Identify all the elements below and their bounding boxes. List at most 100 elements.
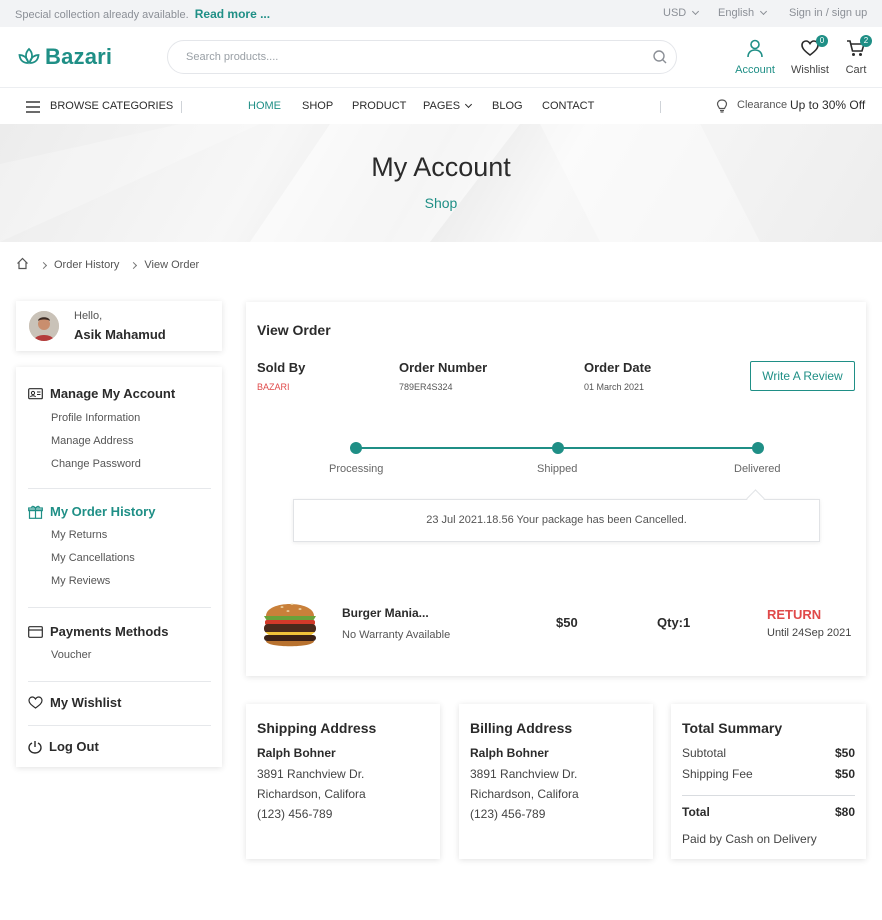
language-select[interactable]: English — [718, 7, 768, 19]
order-details-card: View Order Sold By BAZARI Order Number 7… — [246, 302, 866, 676]
page-title: My Account — [371, 152, 511, 182]
greeting: Hello, — [74, 310, 103, 322]
browse-categories-button[interactable]: BROWSE CATEGORIES — [50, 100, 173, 112]
search-bar[interactable]: Search products.... — [167, 40, 677, 74]
order-heading: View Order — [257, 322, 331, 338]
payment-method-note: Paid by Cash on Delivery — [682, 832, 817, 846]
voucher-link[interactable]: Voucher — [51, 649, 91, 661]
step-delivered: Delivered — [734, 463, 781, 475]
subtotal-value: $50 — [834, 746, 855, 760]
sign-in-link[interactable]: Sign in / sign up — [789, 7, 867, 19]
logo-text: Bazari — [45, 44, 113, 69]
billing-heading: Billing Address — [470, 720, 573, 736]
credit-card-icon — [28, 625, 43, 638]
my-wishlist-link[interactable]: My Wishlist — [28, 695, 121, 710]
wishlist-label: Wishlist — [791, 64, 829, 76]
menu-icon[interactable] — [26, 100, 40, 118]
logo[interactable]: Bazari — [18, 44, 112, 70]
chevron-right-icon — [39, 261, 48, 269]
summary-heading: Total Summary — [682, 720, 783, 736]
top-bar: Special collection already available. Re… — [0, 0, 882, 27]
manage-address-link[interactable]: Manage Address — [51, 435, 134, 447]
order-number-label: Order Number — [399, 360, 488, 375]
my-cancellations-link[interactable]: My Cancellations — [51, 552, 135, 564]
user-name: Asik Mahamud — [74, 327, 166, 342]
total-label: Total — [682, 805, 710, 819]
my-wishlist-label: My Wishlist — [50, 695, 122, 710]
profile-card: Hello, Asik Mahamud — [16, 301, 222, 351]
nav-pages[interactable]: PAGES — [423, 100, 473, 112]
nav-home[interactable]: HOME — [248, 100, 281, 112]
search-icon[interactable] — [652, 49, 668, 70]
chevron-down-icon — [692, 7, 700, 16]
chevron-down-icon — [465, 100, 473, 109]
total-summary-card: Total Summary Subtotal $50 Shipping Fee … — [671, 704, 866, 859]
page-subtitle[interactable]: Shop — [0, 195, 882, 211]
shipping-name: Ralph Bohner — [257, 746, 336, 760]
nav-divider — [181, 101, 182, 113]
nav-contact[interactable]: CONTACT — [542, 100, 594, 112]
cart-button[interactable]: Cart 2 — [843, 35, 872, 76]
order-date-label: Order Date — [584, 360, 652, 375]
breadcrumb-view-order: View Order — [144, 259, 200, 271]
product-name[interactable]: Burger Mania... — [342, 606, 429, 620]
breadcrumb-order-history[interactable]: Order History — [54, 259, 119, 271]
payment-methods-link[interactable]: Payments Methods — [28, 624, 168, 639]
manage-account-link[interactable]: Manage My Account — [28, 386, 175, 401]
currency-select[interactable]: USD — [663, 7, 700, 19]
shipping-fee-value: $50 — [834, 767, 855, 781]
chevron-down-icon — [760, 7, 768, 16]
product-price: $50 — [556, 615, 578, 630]
order-status-message: 23 Jul 2021.18.56 Your package has been … — [293, 499, 820, 542]
leaf-logo-icon — [18, 47, 40, 65]
nav-divider — [660, 101, 661, 113]
step-dot-delivered — [752, 442, 764, 454]
step-dot-shipped — [552, 442, 564, 454]
order-date-value: 01 March 2021 — [584, 382, 645, 392]
order-history-link[interactable]: My Order History — [28, 504, 155, 519]
total-value: $80 — [834, 805, 855, 819]
subtotal-label: Subtotal — [682, 746, 727, 760]
payment-methods-label: Payments Methods — [50, 624, 169, 639]
log-out-button[interactable]: Log Out — [28, 739, 99, 754]
product-quantity: Qty:1 — [657, 615, 691, 630]
order-history-label: My Order History — [50, 504, 156, 519]
avatar — [29, 311, 59, 341]
shipping-fee-label: Shipping Fee — [682, 767, 753, 781]
shipping-address-card: Shipping Address Ralph Bohner 3891 Ranch… — [246, 704, 440, 859]
account-label: Account — [735, 64, 775, 76]
step-shipped: Shipped — [537, 463, 578, 475]
sold-by-value: BAZARI — [257, 382, 290, 392]
shipping-line2: Richardson, Califora — [257, 787, 366, 801]
search-input[interactable]: Search products.... — [186, 51, 278, 63]
summary-divider — [682, 795, 855, 796]
order-number-value: 789ER4S324 — [399, 382, 453, 392]
write-review-button[interactable]: Write A Review — [750, 361, 855, 391]
nav-blog[interactable]: BLOG — [492, 100, 523, 112]
sold-by-label: Sold By — [257, 360, 306, 375]
billing-name: Ralph Bohner — [470, 746, 549, 760]
billing-address-card: Billing Address Ralph Bohner 3891 Ranchv… — [459, 704, 653, 859]
product-warranty: No Warranty Available — [342, 629, 451, 641]
my-reviews-link[interactable]: My Reviews — [51, 575, 110, 587]
account-button[interactable]: Account — [733, 38, 777, 76]
return-button[interactable]: RETURN — [767, 607, 821, 622]
clearance-offer[interactable]: Up to 30% Off — [790, 98, 865, 112]
home-icon[interactable] — [16, 257, 29, 273]
power-icon — [28, 740, 42, 754]
my-returns-link[interactable]: My Returns — [51, 529, 107, 541]
change-password-link[interactable]: Change Password — [51, 458, 141, 470]
billing-phone: (123) 456-789 — [470, 807, 546, 821]
wishlist-button[interactable]: Wishlist 0 — [789, 35, 831, 76]
wishlist-count-badge: 0 — [816, 35, 828, 47]
manage-account-label: Manage My Account — [50, 386, 176, 401]
profile-information-link[interactable]: Profile Information — [51, 412, 140, 424]
nav-product[interactable]: PRODUCT — [352, 100, 406, 112]
step-dot-processing — [350, 442, 362, 454]
read-more-link[interactable]: Read more ... — [195, 7, 270, 21]
page-hero: My Account Shop — [0, 124, 882, 242]
return-deadline: Until 24Sep 2021 — [767, 627, 852, 639]
chevron-right-icon — [130, 261, 138, 269]
gift-icon — [28, 505, 43, 519]
nav-shop[interactable]: SHOP — [302, 100, 333, 112]
